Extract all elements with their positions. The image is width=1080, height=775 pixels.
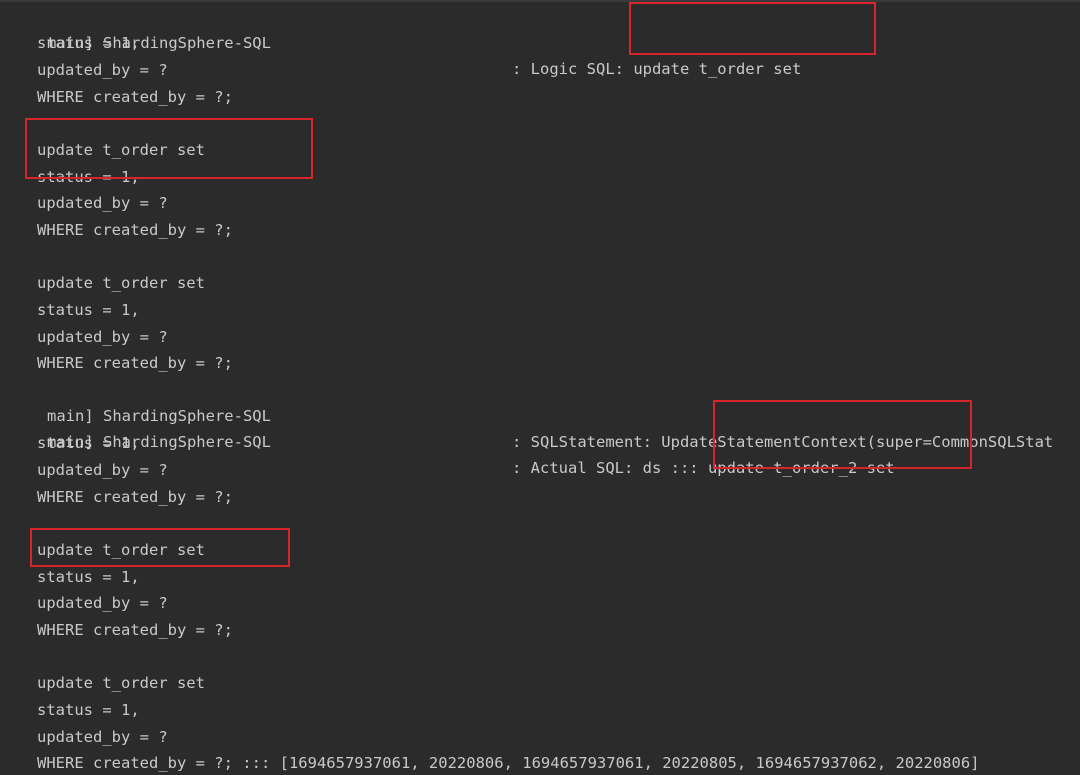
sql-text: updated_by = ? [37,194,168,212]
sql-text: WHERE created_by = ?; [37,221,233,239]
sql-text: update t_order set [37,274,205,292]
sql-text: updated_by = ? [37,594,168,612]
log-line: main] ShardingSphere-SQL : SQLStatement:… [0,377,1053,451]
log-line: main] ShardingSphere-SQL : Actual SQL: d… [0,403,895,477]
sql-text: status = 1, [37,434,140,452]
sql-text: updated_by = ? [37,328,168,346]
log-message: : Logic SQL: update t_order set [512,60,802,78]
sql-text: status = 1, [37,34,140,52]
sql-text: WHERE created_by = ?; [37,88,233,106]
log-prefix: main] ShardingSphere-SQL [47,407,271,425]
sql-text: WHERE created_by = ?; [37,621,233,639]
sql-text: updated_by = ? [37,728,168,746]
sql-text: status = 1, [37,301,140,319]
highlight-box [30,528,290,567]
log-line: main] ShardingSphere-SQL : Logic SQL: up… [0,4,801,78]
sql-text: status = 1, [37,701,140,719]
sql-text: updated_by = ? [37,61,168,79]
console-output: main] ShardingSphere-SQL : Logic SQL: up… [0,0,1080,775]
sql-text: update t_order set [37,674,205,692]
sql-text: WHERE created_by = ?; ::: [1694657937061… [37,754,980,772]
highlight-box [713,400,972,469]
sql-text: status = 1, [37,568,140,586]
sql-text: WHERE created_by = ?; [37,354,233,372]
highlight-box [629,2,876,55]
sql-text: WHERE created_by = ?; [37,488,233,506]
highlight-box [25,118,313,179]
sql-text: updated_by = ? [37,461,168,479]
